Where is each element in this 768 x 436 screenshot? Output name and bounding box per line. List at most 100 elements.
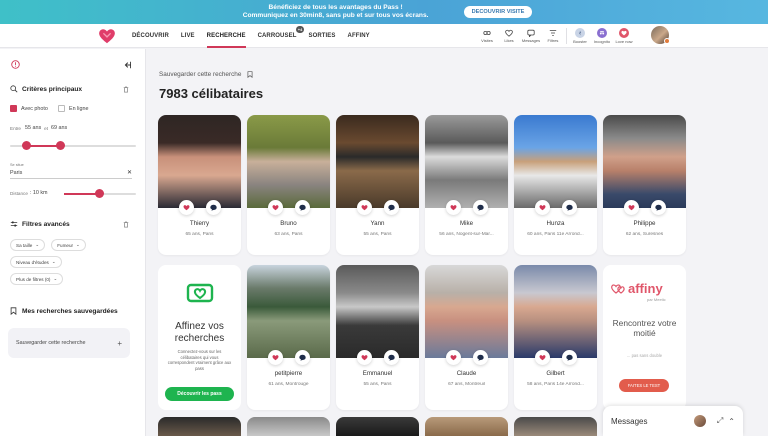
promo-button[interactable]: DECOUVRIR VISITE [463, 6, 533, 18]
age-min-handle[interactable] [22, 141, 31, 150]
save-search-link[interactable]: Sauvegarder cette recherche [159, 71, 253, 78]
advanced-header[interactable]: Filtres avancés [10, 220, 70, 228]
chevron-up-icon[interactable]: ⌃ [728, 417, 735, 426]
pass-promo-card: Affinez vos recherches Connectez-vous su… [158, 265, 241, 410]
profile-name: Yann [370, 220, 385, 227]
age-max-handle[interactable] [56, 141, 65, 150]
with-photo-checkbox[interactable]: Avec photo [10, 105, 48, 112]
profile-name: Mike [459, 220, 474, 227]
message-button[interactable] [472, 350, 488, 365]
chat-icon [209, 204, 217, 211]
clear-icon[interactable]: ✕ [127, 169, 132, 176]
top-nav: DÉCOUVRIR LIVE RECHERCHE CARROUSEL +4 SOR… [0, 24, 768, 48]
message-button[interactable] [383, 200, 399, 215]
chip-taille[interactable]: Sa taille ⌄ [10, 239, 46, 251]
like-button[interactable] [356, 200, 372, 215]
profile-card[interactable]: Emmanuel 55 ans, Paris [336, 265, 419, 410]
distance-value: : 10 km [29, 190, 48, 196]
nav-link-live[interactable]: LIVE [175, 24, 201, 48]
chevron-down-icon: ⌄ [53, 276, 58, 281]
like-button[interactable] [445, 350, 461, 365]
online-checkbox[interactable]: En ligne [58, 105, 88, 112]
nav-incognito[interactable]: Incognito [591, 24, 613, 48]
message-button[interactable] [561, 350, 577, 365]
profile-card[interactable]: Gilbert 58 ans, Paris 14e Arrond... [514, 265, 597, 410]
profile-card[interactable]: Philippe 62 ans, Suresnes [603, 115, 686, 255]
nav-messages[interactable]: Messages [520, 24, 542, 48]
chat-icon [298, 204, 306, 211]
chip-fumeur[interactable]: Fumeur ⌄ [51, 239, 86, 251]
profile-name: Claude [456, 370, 477, 377]
like-button[interactable] [356, 350, 372, 365]
like-button[interactable] [534, 350, 550, 365]
profile-meta: 61 ans, Montrouge [268, 382, 309, 387]
profile-photo [247, 115, 330, 208]
profile-card[interactable]: Claude 67 ans, Montreuil [425, 265, 508, 410]
messages-dock[interactable]: Messages ⤢ ⌃ [603, 406, 743, 436]
discover-pass-button[interactable]: Découvrir les pass [165, 387, 234, 401]
like-button[interactable] [445, 200, 461, 215]
profile-card-partial[interactable] [336, 417, 419, 436]
expand-icon[interactable]: ⤢ [717, 416, 723, 426]
profile-meta: 58 ans, Paris 14e Arrond... [527, 382, 584, 387]
card-actions [336, 200, 419, 215]
distance-handle[interactable] [95, 189, 104, 198]
nav-likes[interactable]: Likes [498, 24, 520, 48]
profile-card[interactable]: Bruno 63 ans, Paris [247, 115, 330, 255]
nav-link-decouvrir[interactable]: DÉCOUVRIR [126, 24, 175, 48]
save-search-button[interactable]: Sauvegarder cette recherche + [8, 328, 130, 358]
profile-card-partial[interactable] [247, 417, 330, 436]
trash-icon[interactable] [123, 221, 129, 228]
card-actions [603, 200, 686, 215]
chip-etudes[interactable]: Niveau d'études ⌄ [10, 256, 62, 268]
profile-card-partial[interactable] [158, 417, 241, 436]
heart-icon [361, 205, 367, 211]
nav-link-sorties[interactable]: SORTIES [302, 24, 341, 48]
profile-card[interactable]: Thierry 65 ans, Paris [158, 115, 241, 255]
nav-visites[interactable]: Visites [476, 24, 498, 48]
profile-card[interactable]: Hunza 60 ans, Paris 11e Arrond... [514, 115, 597, 255]
like-button[interactable] [178, 200, 194, 215]
affiny-logo-text: affiny [628, 281, 663, 296]
message-button[interactable] [294, 350, 310, 365]
message-button[interactable] [472, 200, 488, 215]
profile-photo [158, 115, 241, 208]
nav-link-affiny[interactable]: AFFINY [342, 24, 376, 48]
heart-icon [361, 355, 367, 361]
trash-icon[interactable] [123, 86, 129, 93]
nav-link-label: DÉCOUVRIR [132, 33, 169, 39]
nav-booster[interactable]: Booster [569, 24, 591, 48]
profile-card-partial[interactable] [425, 417, 508, 436]
affiny-test-button[interactable]: FAITES LE TEST [619, 379, 669, 392]
message-button[interactable] [561, 200, 577, 215]
message-button[interactable] [294, 200, 310, 215]
profile-photo [247, 265, 330, 358]
city-field[interactable]: Paris ✕ [10, 169, 132, 179]
profile-name: petitpierre [274, 370, 303, 377]
profile-card-partial[interactable] [514, 417, 597, 436]
affiny-promo-card: affiny par Meetic Rencontrez votre moiti… [603, 265, 686, 410]
like-button[interactable] [267, 200, 283, 215]
profile-photo [514, 265, 597, 358]
chip-label: Fumeur [57, 242, 74, 248]
message-button[interactable] [650, 200, 666, 215]
profile-card[interactable]: Yann 55 ans, Paris [336, 115, 419, 255]
nav-link-recherche[interactable]: RECHERCHE [201, 24, 252, 48]
checkbox-empty-icon [58, 105, 65, 112]
nav-love-now[interactable]: Love now [613, 24, 635, 48]
collapse-icon[interactable] [123, 61, 131, 69]
message-button[interactable] [205, 200, 221, 215]
criteria-header[interactable]: Critères principaux [10, 85, 82, 93]
like-button[interactable] [623, 200, 639, 215]
nav-link-carrousel[interactable]: CARROUSEL +4 [252, 24, 305, 48]
message-button[interactable] [383, 350, 399, 365]
chip-plus-filtres[interactable]: Plus de filtres (0) ⌄ [10, 273, 64, 285]
logo-heart-icon[interactable] [98, 27, 116, 45]
nav-link-label: SORTIES [308, 33, 336, 39]
nav-filtres[interactable]: Filtres [542, 24, 564, 48]
like-button[interactable] [534, 200, 550, 215]
profile-card[interactable]: Mike 56 ans, Nogent-sur-Mar... [425, 115, 508, 255]
info-icon[interactable] [11, 60, 20, 69]
like-button[interactable] [267, 350, 283, 365]
profile-card[interactable]: petitpierre 61 ans, Montrouge [247, 265, 330, 410]
